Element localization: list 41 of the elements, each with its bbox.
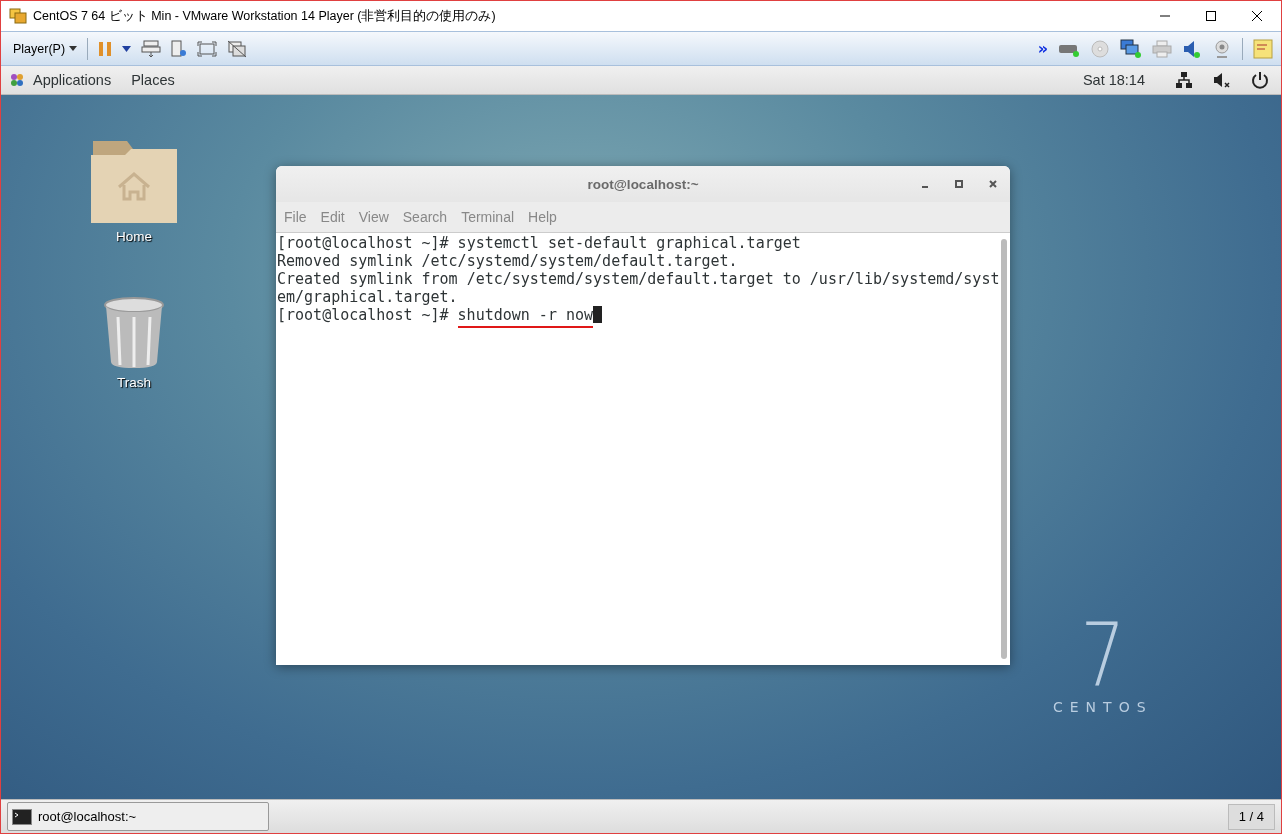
unity-icon[interactable] [227,39,248,58]
network-icon[interactable] [1120,38,1142,59]
clock[interactable]: Sat 18:14 [1082,72,1145,88]
home-folder-icon[interactable] [91,139,177,223]
caret-icon[interactable] [122,45,132,52]
webcam-icon[interactable] [1212,38,1232,59]
power-icon[interactable] [1251,71,1269,89]
text-cursor [593,306,603,323]
terminal-title: root@localhost:~ [587,176,699,192]
player-menu-button[interactable]: Player(P) [11,41,68,56]
taskbar-window-button[interactable]: root@localhost:~ [7,802,269,831]
terminal-icon [12,808,32,825]
note-icon[interactable] [1253,38,1273,59]
terminal-line: Created symlink from /etc/systemd/system/default.target to /usr/lib/systemd/syst [277,270,998,288]
terminal-prompt: [root@localhost ~]# [277,306,449,324]
close-icon[interactable] [1251,10,1263,22]
top-bar-menu[interactable]: Applications [33,72,112,88]
network-icon[interactable] [1175,71,1193,89]
network-send-icon[interactable] [141,39,162,58]
logo-number: 7 [1080,615,1126,695]
maximize-icon[interactable] [954,179,964,189]
fullscreen-icon[interactable] [197,40,218,57]
terminal-line: [root@localhost ~]# systemctl set-default graphical.target [277,234,802,252]
terminal-line: em/graphical.target. [277,288,459,306]
caret-icon[interactable] [69,46,78,51]
close-icon[interactable] [988,179,998,189]
top-bar-menu[interactable]: Places [131,72,175,88]
terminal-line: Removed symlink /etc/systemd/system/default.target. [277,252,739,270]
maximize-icon[interactable] [1205,10,1217,22]
trash-icon[interactable] [103,297,165,369]
window-title: CentOS 7 64 ビット Min - VMware Workstation 14 Player (非営利目的の使用のみ) [33,7,496,25]
logo-wordmark: CENTOS [1053,699,1153,715]
speaker-icon[interactable] [1182,38,1202,59]
workspace-indicator[interactable]: 1 / 4 [1227,803,1275,830]
vmware-app-icon [9,8,27,24]
more-devices-icon[interactable]: » [1037,39,1048,58]
desktop-icon-label: Home [116,229,152,244]
volume-muted-icon[interactable] [1213,71,1231,89]
applications-icon [9,72,25,88]
document-icon[interactable] [171,39,188,58]
desktop-icon-label: Trash [117,375,151,390]
